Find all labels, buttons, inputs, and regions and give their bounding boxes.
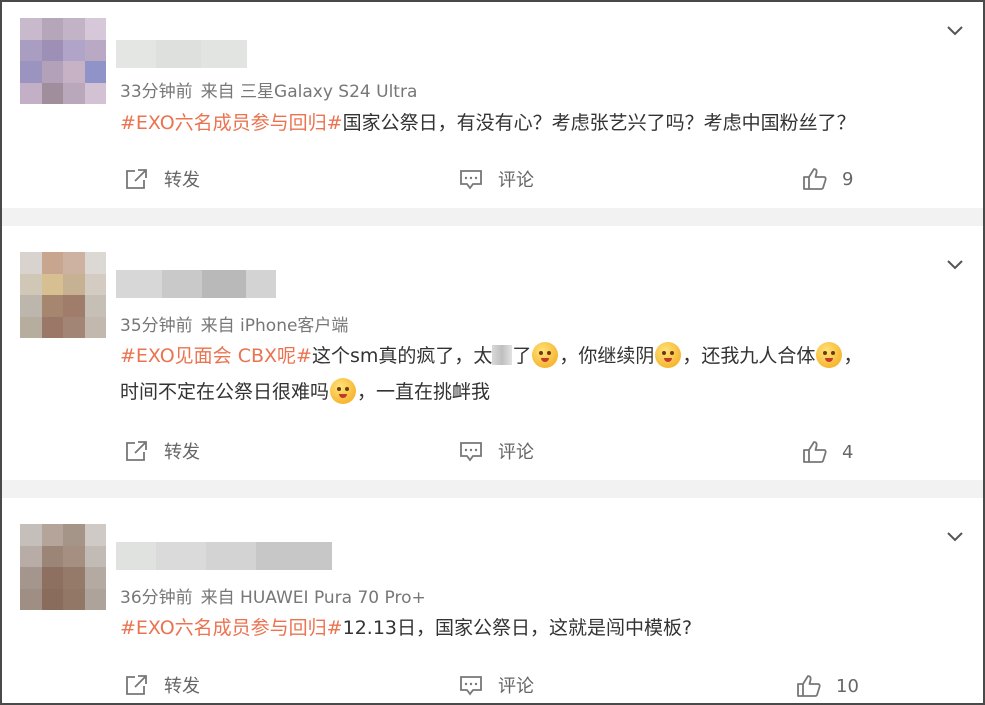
emoji-icon [532,342,559,368]
comment-card: 36分钟前 来自 HUAWEI Pura 70 Pro+ #EXO六名成员参与回归… [2,498,983,703]
comment-label: 评论 [498,442,534,463]
hashtag-link[interactable]: #EXO见面会 CBX呢# [120,345,312,367]
hashtag-link[interactable]: #EXO六名成员参与回归# [120,112,343,134]
thumbs-up-icon [803,168,827,190]
comment-label: 评论 [498,676,534,697]
hashtag-link[interactable]: #EXO六名成员参与回归# [120,617,343,639]
comment-body: ，一直在挑衅我 [357,381,491,403]
chevron-down-icon[interactable] [945,254,965,274]
comment-meta: 36分钟前 来自 HUAWEI Pura 70 Pro+ [120,583,426,608]
comment-meta: 33分钟前 来自 三星Galaxy S24 Ultra [120,77,417,102]
like-count: 4 [842,441,854,463]
comment-icon [460,676,482,696]
divider [2,208,983,226]
like-button[interactable]: 4 [802,440,853,464]
avatar[interactable] [20,252,106,338]
emoji-icon [655,342,682,368]
username[interactable] [116,542,332,570]
comment-feed: 33分钟前 来自 三星Galaxy S24 Ultra #EXO六名成员参与回归#… [0,0,985,705]
comment-body: 国家公祭日，有没有心？考虑张艺兴了吗？考虑中国粉丝了？ [342,112,856,134]
comment-card: 33分钟前 来自 三星Galaxy S24 Ultra #EXO六名成员参与回归#… [2,2,983,208]
repost-label: 转发 [164,442,200,463]
username[interactable] [116,40,247,68]
comment-button[interactable]: 评论 [458,672,534,698]
divider [2,480,983,498]
comment-body: ， [843,345,863,367]
comment-body: 时间不定在公祭日很难吗 [120,381,330,403]
comment-source: 来自 三星Galaxy S24 Ultra [200,82,418,102]
thumbs-up-icon [797,675,821,697]
comment-body: 这个sm真的疯了，太 [311,345,493,367]
comment-icon [460,442,482,462]
emoji-icon [330,378,357,404]
share-icon [126,169,147,189]
comment-text: #EXO见面会 CBX呢#这个sm真的疯了，太了 ，你继续阴 ，还我九人合体 ， 时间不… [120,338,970,410]
emoji-icon [816,342,843,368]
share-icon [126,675,147,695]
chevron-down-icon[interactable] [945,20,965,40]
comment-time: 33分钟前 [120,82,193,102]
censored-word [492,345,513,365]
repost-button[interactable]: 转发 [124,672,200,698]
repost-button[interactable]: 转发 [124,166,200,192]
comment-meta: 35分钟前 来自 iPhone客户端 [120,311,348,336]
chevron-down-icon[interactable] [945,526,965,546]
comment-time: 36分钟前 [120,588,193,608]
comment-card: 35分钟前 来自 iPhone客户端 #EXO见面会 CBX呢#这个sm真的疯了，… [2,226,983,480]
comment-icon [460,170,482,190]
like-button[interactable]: 10 [796,674,859,698]
avatar[interactable] [20,524,106,610]
thumbs-up-icon [803,441,827,463]
comment-source: 来自 iPhone客户端 [200,316,349,336]
comment-text: #EXO六名成员参与回归#12.13日，国家公祭日，这就是闯中模板? [120,610,970,646]
share-icon [126,441,147,461]
like-button[interactable]: 9 [802,167,853,191]
comment-button[interactable]: 评论 [458,438,534,464]
username[interactable] [116,270,276,298]
comment-body: ，还我九人合体 [682,345,816,367]
comment-source: 来自 HUAWEI Pura 70 Pro+ [200,588,426,608]
comment-label: 评论 [498,170,534,191]
comment-button[interactable]: 评论 [458,166,534,192]
avatar[interactable] [20,18,106,104]
comment-time: 35分钟前 [120,316,193,336]
repost-button[interactable]: 转发 [124,438,200,464]
comment-body: ，你继续阴 [559,345,655,367]
repost-label: 转发 [164,170,200,191]
comment-text: #EXO六名成员参与回归#国家公祭日，有没有心？考虑张艺兴了吗？考虑中国粉丝了？ [120,105,970,141]
comment-body: 了 [512,345,532,367]
comment-body: 12.13日，国家公祭日，这就是闯中模板? [342,617,693,639]
repost-label: 转发 [164,676,200,697]
like-count: 9 [842,168,854,190]
like-count: 10 [836,675,859,697]
